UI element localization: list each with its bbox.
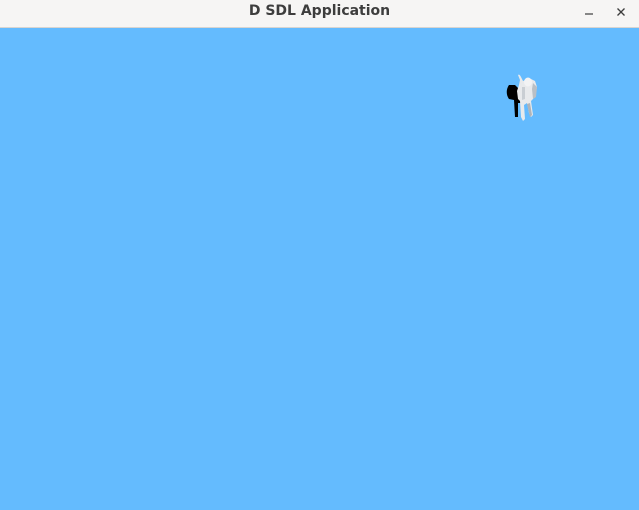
minimize-icon	[585, 12, 593, 15]
close-button[interactable]	[607, 0, 635, 23]
render-viewport[interactable]	[0, 28, 639, 510]
character-head	[524, 77, 532, 87]
character-torso-shade	[522, 87, 525, 100]
close-icon	[617, 7, 625, 16]
minimize-button[interactable]	[575, 0, 603, 23]
window-title: D SDL Application	[248, 3, 391, 19]
app-window: D SDL Application	[0, 0, 639, 510]
title-bar[interactable]: D SDL Application	[0, 0, 639, 28]
humanoid-character	[506, 74, 537, 121]
